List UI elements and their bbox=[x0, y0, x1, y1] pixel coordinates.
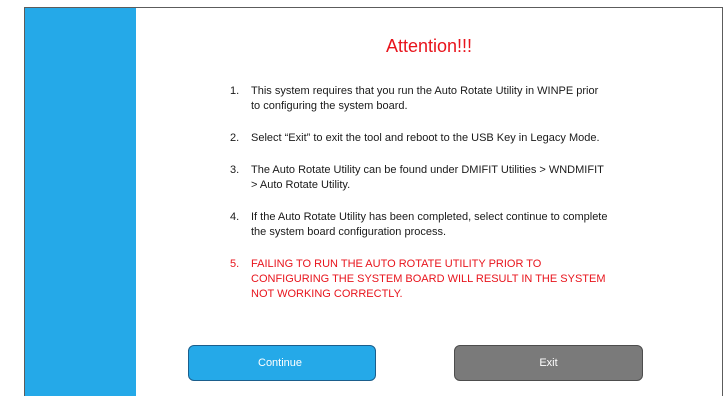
item-text: The Auto Rotate Utility can be found und… bbox=[251, 164, 604, 191]
item-number: 4. bbox=[230, 211, 240, 223]
item-number: 3. bbox=[230, 164, 240, 176]
item-number: 2. bbox=[230, 132, 240, 144]
list-item: 1. This system requires that you run the… bbox=[230, 84, 610, 114]
item-text: If the Auto Rotate Utility has been comp… bbox=[251, 211, 608, 238]
item-text: Select “Exit” to exit the tool and reboo… bbox=[251, 132, 600, 144]
dialog-top-border bbox=[136, 7, 723, 8]
exit-button[interactable]: Exit bbox=[454, 345, 643, 381]
list-item: 4. If the Auto Rotate Utility has been c… bbox=[230, 210, 610, 240]
warning-text: FAILING TO RUN THE AUTO ROTATE UTILITY P… bbox=[251, 258, 606, 300]
list-item: 3. The Auto Rotate Utility can be found … bbox=[230, 163, 610, 193]
continue-button-label: Continue bbox=[258, 357, 303, 369]
item-number: 1. bbox=[230, 85, 240, 97]
dialog-title: Attention!!! bbox=[385, 36, 473, 56]
sidebar-panel bbox=[24, 7, 136, 396]
continue-button[interactable]: Continue bbox=[188, 345, 376, 381]
warning-item: 5. FAILING TO RUN THE AUTO ROTATE UTILIT… bbox=[230, 257, 610, 302]
item-text: This system requires that you run the Au… bbox=[251, 85, 599, 112]
dialog-right-border bbox=[722, 7, 723, 396]
instruction-list: 1. This system requires that you run the… bbox=[230, 84, 610, 319]
item-number: 5. bbox=[230, 258, 240, 270]
list-item: 2. Select “Exit” to exit the tool and re… bbox=[230, 131, 610, 146]
exit-button-label: Exit bbox=[539, 357, 558, 369]
